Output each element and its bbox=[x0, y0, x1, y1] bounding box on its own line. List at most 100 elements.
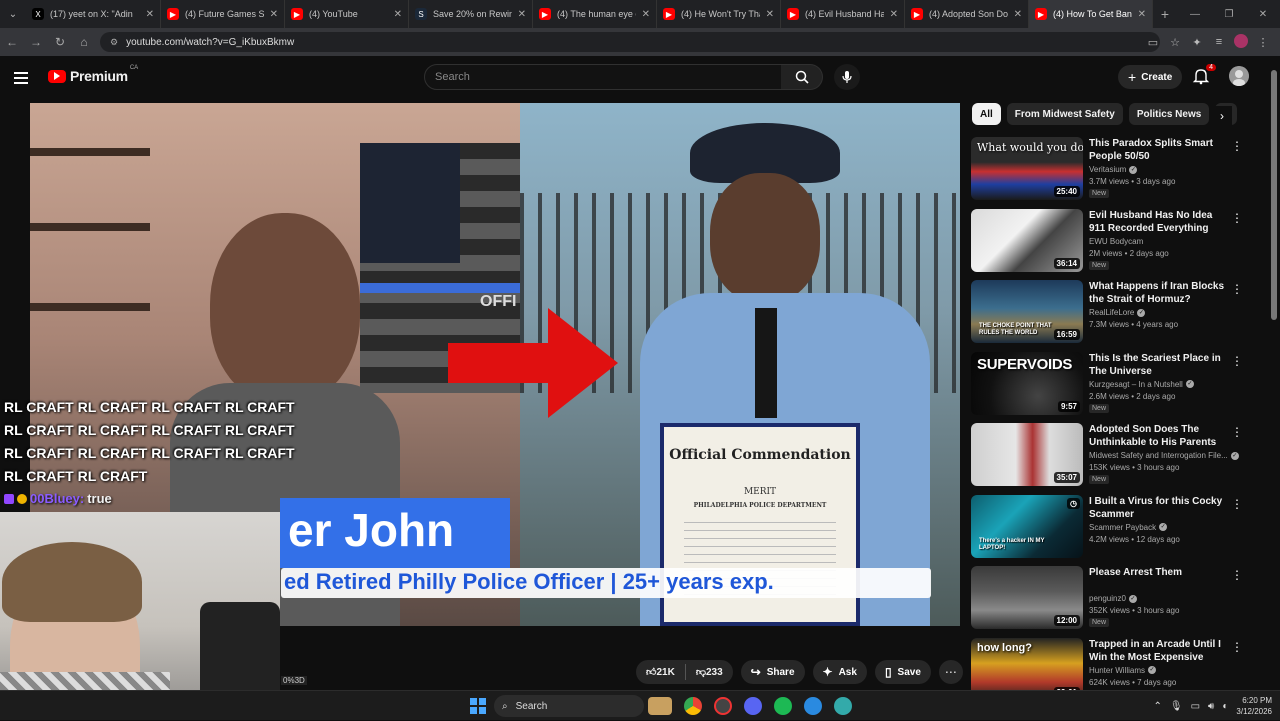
forward-icon[interactable]: → bbox=[24, 28, 48, 56]
channel-name[interactable]: Kurzgesagt – In a Nutshell✓ bbox=[1089, 380, 1239, 389]
browser-tab[interactable]: ▶(4) Evil Husband Has✕ bbox=[781, 0, 905, 28]
channel-name[interactable]: penguinz0✓ bbox=[1089, 594, 1239, 603]
guide-menu-icon[interactable] bbox=[14, 68, 34, 88]
video-thumbnail[interactable]: 12:00 bbox=[971, 566, 1083, 629]
tray-chevron-up-icon[interactable]: ⌃ bbox=[1154, 701, 1162, 712]
video-thumbnail[interactable]: THE CHOKE POINT THAT RULES THE WORLD16:5… bbox=[971, 280, 1083, 343]
tab-close-icon[interactable]: ✕ bbox=[766, 9, 774, 20]
video-title[interactable]: Please Arrest Them bbox=[1089, 566, 1227, 579]
tray-globe-icon[interactable]: ◐ bbox=[1222, 701, 1228, 712]
tab-close-icon[interactable]: ✕ bbox=[890, 9, 898, 20]
address-bar[interactable]: ⚙ youtube.com/watch?v=G_iKbuxBkmw bbox=[100, 32, 1160, 52]
video-thumbnail[interactable]: There's a hacker IN MY LAPTOP!◷ bbox=[971, 495, 1083, 558]
new-tab-button[interactable]: + bbox=[1153, 6, 1177, 22]
tab-close-icon[interactable]: ✕ bbox=[642, 9, 650, 20]
obs-icon[interactable] bbox=[714, 697, 732, 715]
video-title[interactable]: Evil Husband Has No Idea 911 Recorded Ev… bbox=[1089, 209, 1227, 235]
channel-name[interactable]: RealLifeLore✓ bbox=[1089, 308, 1239, 317]
search-button[interactable] bbox=[781, 64, 823, 90]
filter-chip[interactable]: From Midwest Safety bbox=[1007, 103, 1123, 125]
recommendation-item[interactable]: There's a hacker IN MY LAPTOP!◷I Built a… bbox=[971, 495, 1241, 559]
windows-start-icon[interactable] bbox=[470, 698, 486, 714]
search-input[interactable]: Search bbox=[424, 64, 782, 90]
recommendation-item[interactable]: 35:07Adopted Son Does The Unthinkable to… bbox=[971, 423, 1241, 487]
back-icon[interactable]: ← bbox=[0, 28, 24, 56]
restore-icon[interactable]: ❐ bbox=[1212, 0, 1246, 28]
minimize-icon[interactable]: — bbox=[1178, 0, 1212, 28]
video-thumbnail[interactable]: What would you do?25:40 bbox=[971, 137, 1083, 200]
tab-search-menu-icon[interactable]: ⌄ bbox=[0, 0, 26, 28]
recommendation-item[interactable]: SUPERVOIDS9:57This Is the Scariest Place… bbox=[971, 352, 1241, 416]
browser-tab[interactable]: ▶(4) The human eye ca✕ bbox=[533, 0, 657, 28]
tab-close-icon[interactable]: ✕ bbox=[394, 9, 402, 20]
tab-close-icon[interactable]: ✕ bbox=[1014, 9, 1022, 20]
close-window-icon[interactable]: ✕ bbox=[1246, 0, 1280, 28]
more-vertical-icon[interactable]: ⋮ bbox=[1231, 282, 1241, 296]
dislike-button[interactable]: 👎︎233 bbox=[686, 660, 733, 684]
browser-tab[interactable]: X(17) yeet on X: "Adin✕ bbox=[26, 0, 161, 28]
bookmark-star-icon[interactable]: ☆ bbox=[1164, 36, 1186, 49]
video-thumbnail[interactable]: SUPERVOIDS9:57 bbox=[971, 352, 1083, 415]
tab-close-icon[interactable]: ✕ bbox=[518, 9, 526, 20]
home-icon[interactable]: ⌂ bbox=[72, 28, 96, 56]
recommendation-item[interactable]: 12:00Please Arrest Thempenguinz0✓352K vi… bbox=[971, 566, 1241, 630]
taskbar-app-icon[interactable] bbox=[834, 697, 852, 715]
browser-tab[interactable]: ▶(4) How To Get Bann✕ bbox=[1029, 0, 1153, 28]
video-title[interactable]: Adopted Son Does The Unthinkable to His … bbox=[1089, 423, 1227, 449]
taskbar-app-icon[interactable] bbox=[648, 697, 672, 715]
page-scrollbar[interactable] bbox=[1271, 60, 1277, 680]
video-title[interactable]: This Is the Scariest Place in The Univer… bbox=[1089, 352, 1227, 378]
recommendation-item[interactable]: What would you do?25:40This Paradox Spli… bbox=[971, 137, 1241, 201]
more-vertical-icon[interactable]: ⋮ bbox=[1231, 425, 1241, 439]
browser-tab[interactable]: ▶(4) YouTube✕ bbox=[285, 0, 409, 28]
more-vertical-icon[interactable]: ⋮ bbox=[1231, 640, 1241, 654]
more-vertical-icon[interactable]: ⋮ bbox=[1231, 354, 1241, 368]
media-icon[interactable]: ≡ bbox=[1208, 36, 1230, 48]
more-vertical-icon[interactable]: ⋮ bbox=[1231, 211, 1241, 225]
more-actions-button[interactable]: ⋯ bbox=[939, 660, 963, 684]
share-button[interactable]: ↪Share bbox=[741, 660, 805, 684]
cast-icon[interactable]: ▭ bbox=[1142, 36, 1164, 49]
video-thumbnail[interactable]: 35:07 bbox=[971, 423, 1083, 486]
browser-menu-icon[interactable]: ⋮ bbox=[1252, 36, 1274, 49]
save-button[interactable]: ▯Save bbox=[875, 660, 931, 684]
site-info-icon[interactable]: ⚙ bbox=[110, 37, 118, 48]
more-vertical-icon[interactable]: ⋮ bbox=[1231, 139, 1241, 153]
channel-name[interactable]: EWU Bodycam bbox=[1089, 237, 1239, 246]
video-title[interactable]: What Happens if Iran Blocks the Strait o… bbox=[1089, 280, 1227, 306]
recommendation-item[interactable]: THE CHOKE POINT THAT RULES THE WORLD16:5… bbox=[971, 280, 1241, 344]
tab-close-icon[interactable]: ✕ bbox=[270, 9, 278, 20]
channel-name[interactable]: Hunter Williams✓ bbox=[1089, 666, 1239, 675]
spotify-icon[interactable] bbox=[774, 697, 792, 715]
tray-mic-icon[interactable]: 🎙︎ bbox=[1170, 701, 1183, 712]
user-avatar[interactable] bbox=[1229, 66, 1249, 86]
extensions-icon[interactable]: ✦ bbox=[1186, 36, 1208, 49]
filter-chip[interactable]: All bbox=[972, 103, 1001, 125]
browser-tab[interactable]: ▶(4) Adopted Son Doe✕ bbox=[905, 0, 1029, 28]
ask-button[interactable]: ✦Ask bbox=[813, 660, 867, 684]
tab-close-icon[interactable]: ✕ bbox=[1138, 9, 1146, 20]
recommendation-item[interactable]: 36:14Evil Husband Has No Idea 911 Record… bbox=[971, 209, 1241, 273]
taskbar-app-icon[interactable] bbox=[804, 697, 822, 715]
video-thumbnail[interactable]: 36:14 bbox=[971, 209, 1083, 272]
like-button[interactable]: 👍︎21K bbox=[636, 660, 685, 684]
channel-name[interactable]: Scammer Payback✓ bbox=[1089, 523, 1239, 532]
browser-tab[interactable]: ▶(4) Future Games Sho✕ bbox=[161, 0, 285, 28]
channel-name[interactable]: Veritasium✓ bbox=[1089, 165, 1239, 174]
chips-next-button[interactable]: › bbox=[1212, 106, 1232, 126]
tray-volume-icon[interactable]: 🔊︎ bbox=[1208, 701, 1214, 712]
more-vertical-icon[interactable]: ⋮ bbox=[1231, 568, 1241, 582]
video-title[interactable]: I Built a Virus for this Cocky Scammer bbox=[1089, 495, 1227, 521]
voice-search-button[interactable] bbox=[834, 64, 860, 90]
clock[interactable]: 6:20 PM 3/12/2026 bbox=[1236, 695, 1272, 717]
discord-icon[interactable] bbox=[744, 697, 762, 715]
youtube-premium-logo[interactable]: Premium CA bbox=[48, 68, 138, 84]
video-title[interactable]: Trapped in an Arcade Until I Win the Mos… bbox=[1089, 638, 1227, 664]
filter-chip[interactable]: Politics News bbox=[1129, 103, 1209, 125]
browser-tab[interactable]: ▶(4) He Won't Try That✕ bbox=[657, 0, 781, 28]
create-button[interactable]: + Create bbox=[1118, 65, 1182, 89]
chrome-icon[interactable] bbox=[684, 697, 702, 715]
profile-avatar[interactable] bbox=[1230, 34, 1252, 51]
browser-tab[interactable]: SSave 20% on Rewind✕ bbox=[409, 0, 533, 28]
tray-network-icon[interactable]: ▭ bbox=[1191, 701, 1200, 712]
